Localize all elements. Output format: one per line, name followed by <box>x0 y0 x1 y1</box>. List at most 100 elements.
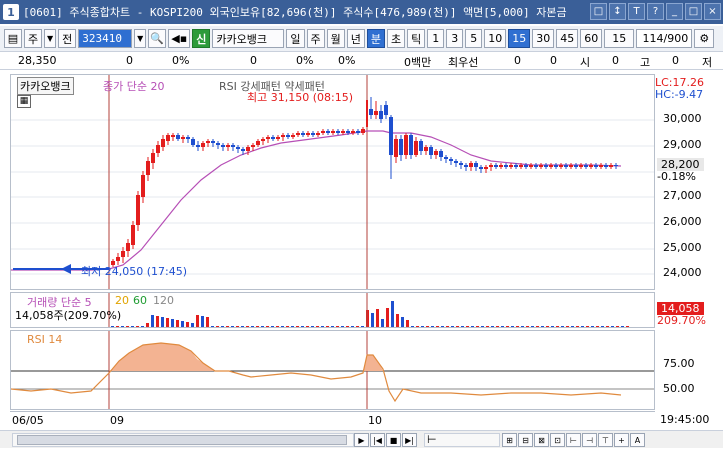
volume-bar <box>186 322 189 327</box>
period-day[interactable]: 일 <box>286 29 305 48</box>
volume-bar <box>406 320 409 327</box>
tool-frame-icon[interactable]: ⊡ <box>550 433 565 447</box>
volume-bar <box>421 326 424 327</box>
candle-body <box>574 165 578 167</box>
volume-bar <box>626 326 629 327</box>
high-note: 최고 31,150 (08:15) <box>247 91 354 104</box>
tool-grid-icon[interactable]: ⊞ <box>502 433 517 447</box>
restore-icon[interactable]: □ <box>590 3 607 20</box>
period-month[interactable]: 월 <box>326 29 345 48</box>
credit-badge[interactable]: 신 <box>192 29 211 48</box>
period-week[interactable]: 주 <box>306 29 325 48</box>
price-chart-panel[interactable]: 카카오뱅크 종가 단순 20 RSI 강세패턴 약세패턴 ▦ 최고 31,150… <box>10 74 655 290</box>
interval-5[interactable]: 5 <box>465 29 483 48</box>
candle-body <box>444 157 448 159</box>
candle-body <box>206 141 210 143</box>
stock-label: 카카오뱅크 <box>17 77 74 95</box>
interval-10[interactable]: 10 <box>484 29 507 48</box>
scroll-first-button[interactable]: |◀ <box>370 433 385 447</box>
volume-bar <box>571 326 574 327</box>
scroll-right-button[interactable]: ▶ <box>354 433 369 447</box>
candle-body <box>191 139 195 145</box>
code-dropdown-icon[interactable]: ▼ <box>134 29 147 48</box>
interval-value-select[interactable]: 15 <box>604 29 635 48</box>
stock-name-field[interactable]: 카카오뱅크 <box>212 29 285 48</box>
maximize-icon[interactable]: □ <box>685 3 702 20</box>
rsi-panel[interactable]: RSI 14 <box>10 330 655 410</box>
minimize-icon[interactable]: _ <box>666 3 683 20</box>
candle-body <box>469 163 473 167</box>
high-label: 고 <box>640 56 651 69</box>
volume-bar <box>161 317 164 327</box>
volume-bar <box>491 326 494 327</box>
search-icon[interactable]: 🔍 <box>148 29 167 48</box>
volume-bar <box>486 326 489 327</box>
candle-body <box>409 135 413 155</box>
candle-body <box>524 165 528 167</box>
interval-15[interactable]: 15 <box>508 29 531 48</box>
y-tick-27000: 27,000 <box>663 189 702 202</box>
speaker-icon[interactable]: ◀▪ <box>168 29 191 48</box>
tool-right-icon[interactable]: ⊣ <box>582 433 597 447</box>
scroll-stop-button[interactable]: ■ <box>386 433 401 447</box>
interval-1[interactable]: 1 <box>427 29 445 48</box>
resize-icon[interactable]: ↕ <box>609 3 626 20</box>
candle-body <box>236 147 240 149</box>
candle-body <box>266 137 270 139</box>
scroll-track[interactable] <box>12 433 354 447</box>
market-select[interactable]: 주 <box>24 29 43 48</box>
scroll-thumb[interactable] <box>17 435 347 445</box>
interval-3[interactable]: 3 <box>446 29 464 48</box>
candle-body <box>146 161 150 175</box>
volume-bar <box>511 326 514 327</box>
period-second[interactable]: 초 <box>387 29 406 48</box>
tool-minus-icon[interactable]: ⊟ <box>518 433 533 447</box>
stock-code-input[interactable]: 323410 <box>78 29 133 48</box>
candle-body <box>449 159 453 161</box>
font-icon[interactable]: T <box>628 3 645 20</box>
close-icon[interactable]: × <box>704 3 721 20</box>
app-icon[interactable]: 1 <box>3 4 19 20</box>
code-prefix[interactable]: 전 <box>58 29 77 48</box>
data-count-field[interactable]: 114/900 <box>636 29 693 48</box>
zoom-in-icon[interactable]: + <box>614 433 629 447</box>
volume-bar <box>146 323 149 327</box>
candle-body <box>261 139 265 141</box>
period-year[interactable]: 년 <box>346 29 365 48</box>
volume-bar <box>526 326 529 327</box>
zoom-handle[interactable]: ⊢ <box>427 433 437 446</box>
tool-box-icon[interactable]: ⊠ <box>534 433 549 447</box>
scroll-last-button[interactable]: ▶| <box>402 433 417 447</box>
interval-60[interactable]: 60 <box>580 29 603 48</box>
settings-icon[interactable]: ⚙ <box>694 29 715 48</box>
candle-body <box>514 165 518 167</box>
zoom-slider[interactable]: ⊢ <box>424 433 500 447</box>
layout-icon[interactable]: ▤ <box>4 29 22 48</box>
price-scale: LC:17.26 HC:-9.47 30,000 29,000 28,200 -… <box>655 74 721 290</box>
candle-body <box>351 131 355 133</box>
change-value: 0 <box>126 54 133 67</box>
volume-bar <box>166 318 169 327</box>
volume-bar <box>331 326 334 327</box>
interval-30[interactable]: 30 <box>532 29 555 48</box>
table-icon[interactable]: ▦ <box>17 95 31 108</box>
period-tick[interactable]: 틱 <box>407 29 426 48</box>
y-tick-25000: 25,000 <box>663 241 702 254</box>
volume-bar <box>326 326 329 327</box>
volume-bar <box>266 326 269 327</box>
volume-bar <box>231 326 234 327</box>
volume-bar <box>456 326 459 327</box>
market-dropdown-icon[interactable]: ▼ <box>44 29 57 48</box>
volume-bar <box>271 326 274 327</box>
ma-label: 종가 단순 20 <box>103 80 165 93</box>
tool-left-icon[interactable]: ⊢ <box>566 433 581 447</box>
period-minute[interactable]: 분 <box>366 29 385 48</box>
tool-top-icon[interactable]: ⊤ <box>598 433 613 447</box>
interval-45[interactable]: 45 <box>556 29 579 48</box>
volume-bar <box>136 326 139 327</box>
rsi-tick-50: 50.00 <box>663 382 695 395</box>
volume-bar <box>301 326 304 327</box>
volume-panel[interactable]: 거래량 단순 5 20 60 120 14,058주(209.70%) <box>10 292 655 328</box>
help-icon[interactable]: ? <box>647 3 664 20</box>
font-size-icon[interactable]: A <box>630 433 645 447</box>
